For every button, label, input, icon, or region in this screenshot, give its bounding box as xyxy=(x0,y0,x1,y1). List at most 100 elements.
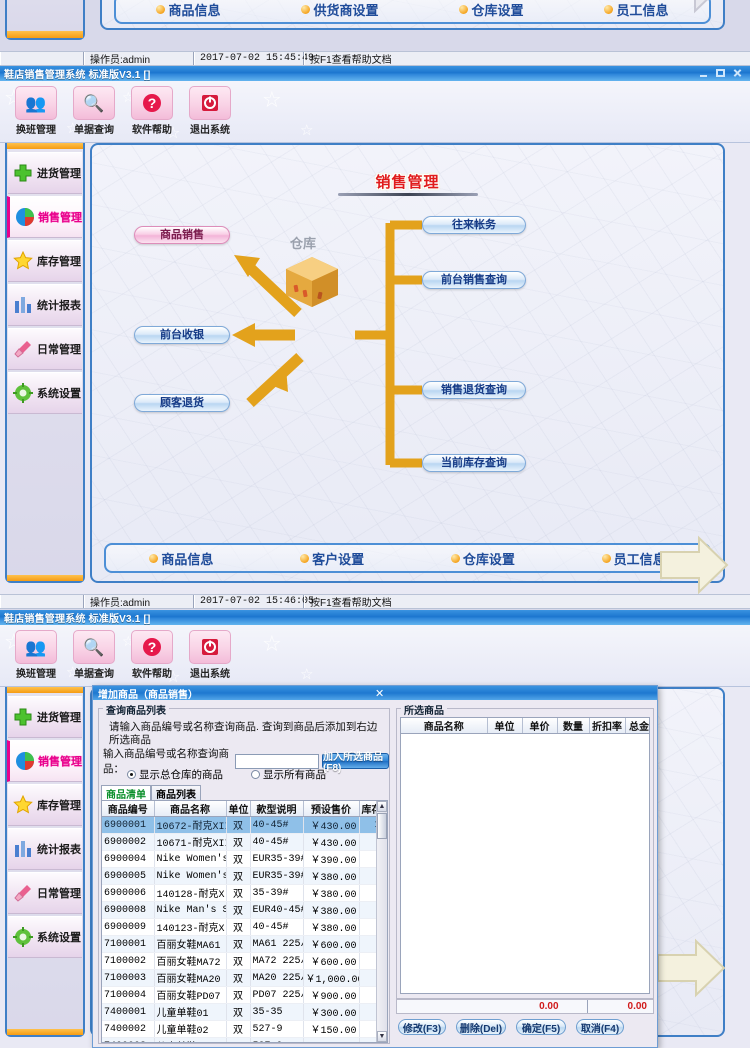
col-product-id[interactable]: 商品编号 xyxy=(102,801,155,817)
maximize-icon[interactable] xyxy=(716,69,725,78)
scroll-down-icon[interactable]: ▼ xyxy=(377,1031,387,1042)
middle-window-titlebar[interactable]: 鞋店销售管理系统 标准版V3.1 [] xyxy=(0,66,750,81)
nav-item-employee-info[interactable]: 员工信息 xyxy=(604,0,669,19)
diagram-node-front-sales-query[interactable]: 前台销售查询 xyxy=(422,271,526,289)
nav-item-supplier-settings[interactable]: 供货商设置 xyxy=(301,0,379,19)
diagram-node-accounts[interactable]: 往来帐务 xyxy=(422,216,526,234)
table-row[interactable]: 7400001儿童单鞋01双35-35￥300.007 xyxy=(102,1003,387,1021)
sidebar-item-sales[interactable]: 销售管理 xyxy=(7,196,82,238)
nav-label: 供货商设置 xyxy=(313,2,379,18)
confirm-button[interactable]: 确定(F5) xyxy=(516,1019,566,1035)
sidebar-item-reports[interactable]: 统计报表 xyxy=(8,284,82,326)
diagram-node-current-stock-query[interactable]: 当前库存查询 xyxy=(422,454,526,472)
nav-item-employee-info[interactable]: 员工信息 xyxy=(601,549,666,568)
toolbar-button-shift-management[interactable]: 👥 换班管理 xyxy=(14,630,58,686)
sidebar-item-purchase[interactable]: 进货管理 xyxy=(8,152,82,194)
nav-item-warehouse-settings[interactable]: 仓库设置 xyxy=(459,0,524,19)
diagram-node-product-sales[interactable]: 商品销售 xyxy=(134,226,230,244)
radio-show-main-warehouse[interactable]: 显示总仓库的商品 xyxy=(127,767,223,782)
nav-item-product-info[interactable]: 商品信息 xyxy=(149,549,213,568)
sidebar-item-settings[interactable]: 系统设置 xyxy=(8,916,82,958)
table-row[interactable]: 6900004Nike Women's双EUR35-39#￥390.002 xyxy=(102,850,387,868)
diagram-node-sales-return-query[interactable]: 销售退货查询 xyxy=(422,381,526,399)
sidebar-item-daily[interactable]: 日常管理 xyxy=(8,872,82,914)
sidebar-item-purchase[interactable]: 进货管理 xyxy=(8,696,82,738)
add-selected-product-button[interactable]: 加入所选商品 (F8) xyxy=(322,752,389,774)
cell-product-name: 儿童单鞋01 xyxy=(154,1003,227,1021)
col-unit[interactable]: 单位 xyxy=(226,801,251,817)
tab-product-catalog[interactable]: 商品列表 xyxy=(151,785,201,801)
close-icon[interactable] xyxy=(733,69,742,78)
col-unit-price[interactable]: 单价 xyxy=(522,718,558,734)
cell-price: ￥380.00 xyxy=(303,884,360,902)
toolbar-label: 换班管理 xyxy=(16,669,56,680)
table-row[interactable]: 6900009140123-耐克X双40-45#￥380.003 xyxy=(102,918,387,936)
col-product-name[interactable]: 商品名称 xyxy=(154,801,227,817)
bottom-window-titlebar[interactable]: 鞋店销售管理系统 标准版V3.1 [] xyxy=(0,610,750,625)
minimize-icon[interactable] xyxy=(699,69,708,78)
sidebar-item-inventory[interactable]: 库存管理 xyxy=(8,240,82,282)
pie-chart-icon xyxy=(14,206,35,228)
diagram-node-customer-return[interactable]: 顾客退货 xyxy=(134,394,230,412)
product-grid-container[interactable]: 商品编号 商品名称 单位 款型说明 预设售价 库存量 690000110672-… xyxy=(101,800,388,1043)
toolbar-button-exit-system[interactable]: 退出系统 xyxy=(188,86,232,142)
cell-unit: 双 xyxy=(226,935,251,953)
sidebar-item-settings[interactable]: 系统设置 xyxy=(8,372,82,414)
toolbar-label: 单据查询 xyxy=(74,669,114,680)
gear-icon xyxy=(12,382,34,404)
nav-item-customer-settings[interactable]: 客户设置 xyxy=(300,549,364,568)
nav-item-product-info[interactable]: 商品信息 xyxy=(156,0,221,19)
cell-product-name: 140128-耐克X xyxy=(154,884,227,902)
col-total-amount[interactable]: 总金额 xyxy=(625,718,649,734)
diagram-node-front-desk-cashier[interactable]: 前台收银 xyxy=(134,326,230,344)
toolbar-button-document-query[interactable]: 🔍 单据查询 xyxy=(72,86,116,142)
status-datetime: 2017-07-02 15:46:05 xyxy=(194,595,314,608)
modify-button[interactable]: 修改(F3) xyxy=(398,1019,446,1035)
table-row[interactable]: 6900005Nike Women's双EUR35-39#￥380.005 xyxy=(102,867,387,885)
table-row[interactable]: 690000110672-耐克XII双40-45#￥430.0011 xyxy=(102,816,387,834)
cell-price: ￥400.00 xyxy=(303,1037,360,1042)
table-row[interactable]: 7100001百丽女鞋MA61双MA61 225/￥600.005 xyxy=(102,935,387,953)
toolbar-button-software-help[interactable]: ? 软件帮助 xyxy=(130,86,174,142)
col-quantity[interactable]: 数量 xyxy=(557,718,590,734)
cell-product-id: 6900002 xyxy=(102,833,155,851)
scroll-thumb[interactable] xyxy=(377,813,387,839)
table-row[interactable]: 7100004百丽女鞋PD07双PD07 225/￥900.008 xyxy=(102,986,387,1004)
col-unit[interactable]: 单位 xyxy=(487,718,523,734)
toolbar-button-shift-management[interactable]: 👥 换班管理 xyxy=(14,86,58,142)
scroll-up-icon[interactable]: ▲ xyxy=(377,801,387,812)
toolbar-button-exit-system[interactable]: 退出系统 xyxy=(188,630,232,686)
table-row[interactable]: 7100003百丽女鞋MA20双MA20 225/￥1,000.005 xyxy=(102,969,387,987)
cell-product-name: 百丽女鞋MA61 xyxy=(154,935,227,953)
col-discount-rate[interactable]: 折扣率 xyxy=(589,718,626,734)
selected-grid-container[interactable]: 商品名称 单位 单价 数量 折扣率 总金额 xyxy=(400,717,650,994)
cell-product-name: 百丽女鞋PD07 xyxy=(154,986,227,1004)
nav-label: 员工信息 xyxy=(613,551,666,567)
middle-window-navbar: 商品信息 客户设置 仓库设置 员工信息 xyxy=(104,543,711,573)
col-product-name[interactable]: 商品名称 xyxy=(401,718,488,734)
col-preset-price[interactable]: 预设售价 xyxy=(303,801,360,817)
nav-item-warehouse-settings[interactable]: 仓库设置 xyxy=(450,549,515,568)
table-row[interactable]: 7400002儿童单鞋02双527-9￥150.006 xyxy=(102,1020,387,1038)
close-icon[interactable]: ✕ xyxy=(375,687,652,700)
product-grid-scrollbar[interactable]: ▲ ▼ xyxy=(376,801,387,1042)
sidebar-item-daily[interactable]: 日常管理 xyxy=(8,328,82,370)
radio-show-all-products[interactable]: 显示所有商品 xyxy=(251,767,326,782)
sidebar-item-sales[interactable]: 销售管理 xyxy=(7,740,82,782)
sidebar-item-inventory[interactable]: 库存管理 xyxy=(8,784,82,826)
table-row[interactable]: 6900008Nike Man's SH双EUR40-45#￥380.008 xyxy=(102,901,387,919)
table-row[interactable]: 7100002百丽女鞋MA72双MA72 225/￥600.008 xyxy=(102,952,387,970)
toolbar-button-software-help[interactable]: ? 软件帮助 xyxy=(130,630,174,686)
table-row[interactable]: 6900006140128-耐克X双35-39#￥380.008 xyxy=(102,884,387,902)
dialog-titlebar[interactable]: 增加商品（商品销售） ✕ xyxy=(93,686,657,701)
col-spec[interactable]: 款型说明 xyxy=(250,801,304,817)
cell-spec: 40-45# xyxy=(250,833,304,851)
cancel-button[interactable]: 取消(F4) xyxy=(576,1019,624,1035)
table-row[interactable]: 7400003儿童单鞋03双527-9￥400.009 xyxy=(102,1037,387,1042)
toolbar-button-document-query[interactable]: 🔍 单据查询 xyxy=(72,630,116,686)
tab-product-list-active[interactable]: 商品清单 xyxy=(101,785,151,801)
table-row[interactable]: 690000210671-耐克XII双40-45#￥430.007 xyxy=(102,833,387,851)
sidebar-item-label: 销售管理 xyxy=(38,212,82,224)
delete-button[interactable]: 删除(Del) xyxy=(456,1019,506,1035)
sidebar-item-reports[interactable]: 统计报表 xyxy=(8,828,82,870)
